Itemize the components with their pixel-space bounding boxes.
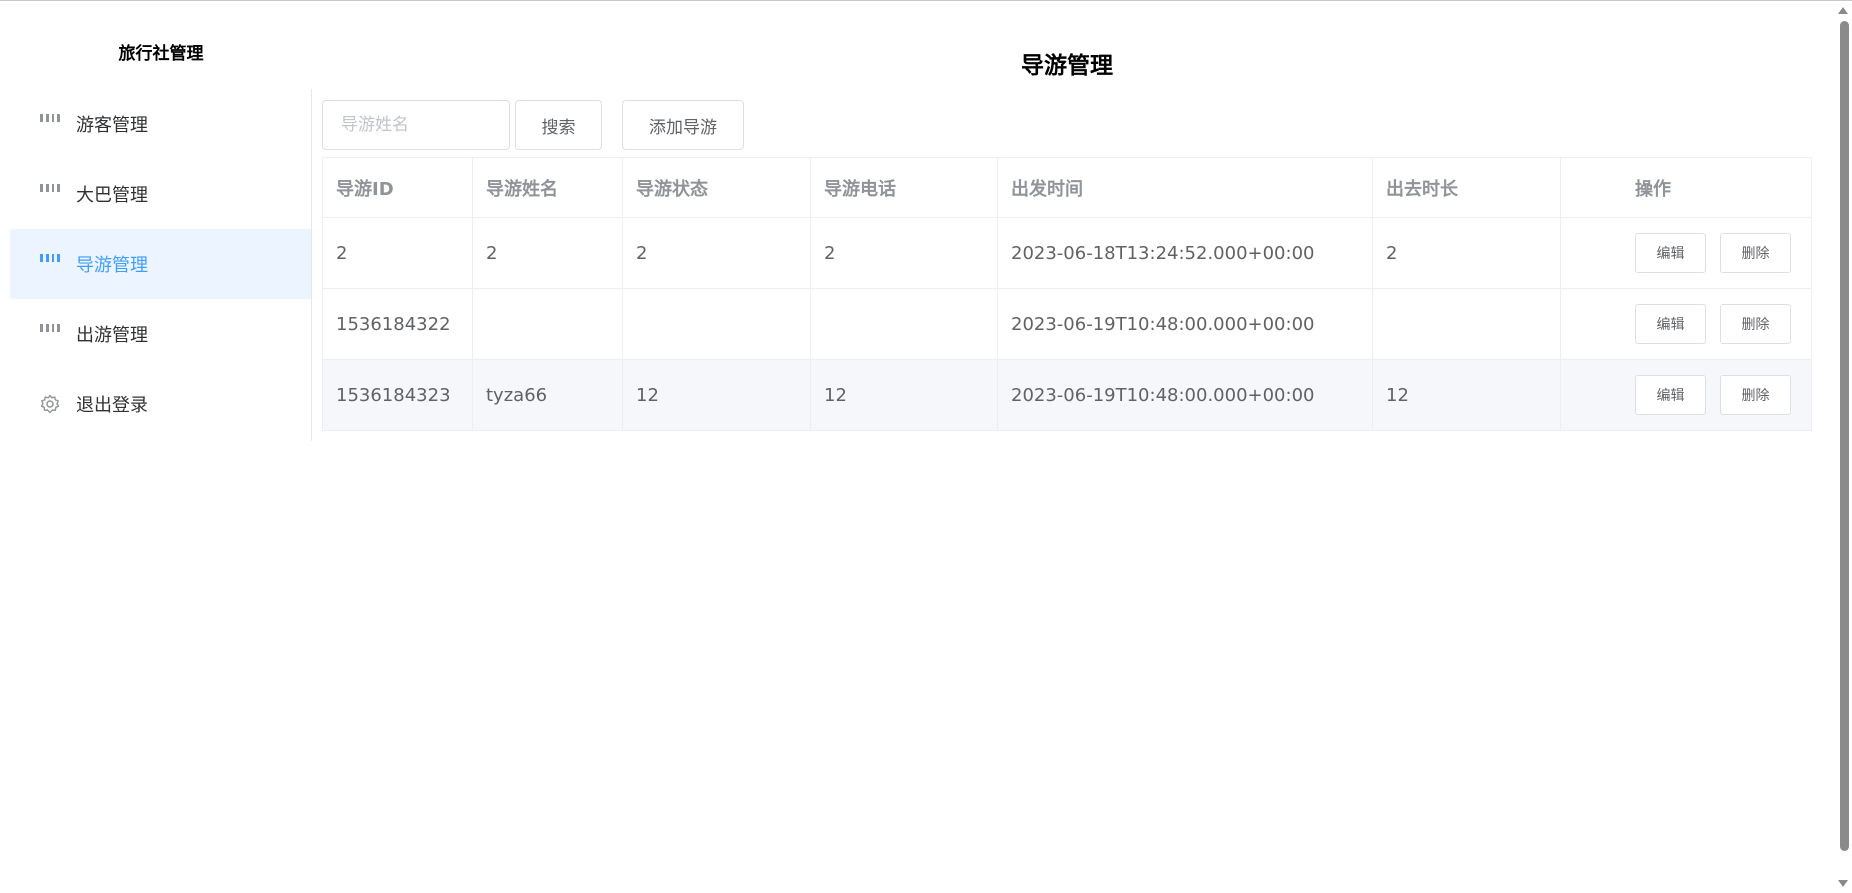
- column-header: 出发时间: [997, 157, 1373, 218]
- sidebar-item-tourists[interactable]: 游客管理: [10, 89, 311, 159]
- table-row: 1536184322 2023-06-19T10:48:00.000+00:00…: [322, 288, 1812, 360]
- column-header: 导游状态: [622, 157, 811, 218]
- cell-departure-time: 2023-06-19T10:48:00.000+00:00: [997, 359, 1373, 431]
- cell-duration: [1372, 288, 1561, 360]
- edit-button[interactable]: 编辑: [1635, 304, 1706, 344]
- cell-departure-time: 2023-06-18T13:24:52.000+00:00: [997, 217, 1373, 289]
- cell-guide-id: 1536184323: [322, 359, 473, 431]
- column-header: 导游ID: [322, 157, 473, 218]
- scroll-down-arrow-icon[interactable]: [1838, 880, 1848, 887]
- cell-guide-status: [622, 288, 811, 360]
- scroll-thumb[interactable]: [1840, 21, 1849, 851]
- cell-guide-name: tyza66: [472, 359, 623, 431]
- cell-guide-phone: 12: [810, 359, 998, 431]
- column-header: 导游电话: [810, 157, 998, 218]
- edit-button[interactable]: 编辑: [1635, 233, 1706, 273]
- sidebar-item-label: 导游管理: [76, 255, 148, 276]
- grid-icon: [40, 184, 60, 204]
- vertical-scrollbar[interactable]: [1835, 1, 1852, 893]
- page-title: 导游管理: [1021, 53, 1113, 79]
- table-row: 2 2 2 2 2023-06-18T13:24:52.000+00:00 2 …: [322, 217, 1812, 289]
- cell-actions: 编辑 删除: [1560, 217, 1812, 289]
- sidebar-item-label: 游客管理: [76, 115, 148, 136]
- search-input[interactable]: [322, 100, 510, 150]
- cell-duration: 12: [1372, 359, 1561, 431]
- sidebar-item-label: 大巴管理: [76, 185, 148, 206]
- scroll-up-arrow-icon[interactable]: [1838, 7, 1848, 14]
- cell-actions: 编辑 删除: [1560, 359, 1812, 431]
- guide-table: 导游ID 导游姓名 导游状态 导游电话 出发时间 出去时长 操作 2 2 2 2…: [322, 157, 1812, 431]
- sidebar: 旅行社管理 游客管理 大巴管理 导游管理 出游管理 退出登录: [0, 1, 312, 441]
- gear-icon: [40, 394, 60, 414]
- sidebar-item-logout[interactable]: 退出登录: [10, 369, 311, 439]
- toolbar: 搜索 添加导游: [322, 100, 744, 150]
- sidebar-menu: 游客管理 大巴管理 导游管理 出游管理 退出登录: [10, 89, 312, 441]
- cell-guide-status: 2: [622, 217, 811, 289]
- cell-departure-time: 2023-06-19T10:48:00.000+00:00: [997, 288, 1373, 360]
- cell-guide-name: 2: [472, 217, 623, 289]
- edit-button[interactable]: 编辑: [1635, 375, 1706, 415]
- grid-icon: [40, 324, 60, 344]
- sidebar-item-guides[interactable]: 导游管理: [10, 229, 311, 299]
- add-guide-button[interactable]: 添加导游: [622, 100, 744, 150]
- cell-guide-id: 1536184322: [322, 288, 473, 360]
- grid-icon: [40, 254, 60, 274]
- cell-guide-phone: [810, 288, 998, 360]
- delete-button[interactable]: 删除: [1720, 375, 1791, 415]
- column-header: 导游姓名: [472, 157, 623, 218]
- delete-button[interactable]: 删除: [1720, 304, 1791, 344]
- search-button[interactable]: 搜索: [515, 100, 602, 150]
- grid-icon: [40, 114, 60, 134]
- column-header: 出去时长: [1372, 157, 1561, 218]
- table-header-row: 导游ID 导游姓名 导游状态 导游电话 出发时间 出去时长 操作: [322, 157, 1812, 218]
- column-header: 操作: [1560, 157, 1812, 218]
- brand-title: 旅行社管理: [118, 44, 204, 64]
- cell-guide-name: [472, 288, 623, 360]
- sidebar-item-label: 出游管理: [76, 325, 148, 346]
- sidebar-item-label: 退出登录: [76, 395, 148, 416]
- cell-guide-status: 12: [622, 359, 811, 431]
- delete-button[interactable]: 删除: [1720, 233, 1791, 273]
- table-row: 1536184323 tyza66 12 12 2023-06-19T10:48…: [322, 359, 1812, 431]
- sidebar-item-buses[interactable]: 大巴管理: [10, 159, 311, 229]
- cell-duration: 2: [1372, 217, 1561, 289]
- cell-actions: 编辑 删除: [1560, 288, 1812, 360]
- cell-guide-id: 2: [322, 217, 473, 289]
- cell-guide-phone: 2: [810, 217, 998, 289]
- sidebar-item-trips[interactable]: 出游管理: [10, 299, 311, 369]
